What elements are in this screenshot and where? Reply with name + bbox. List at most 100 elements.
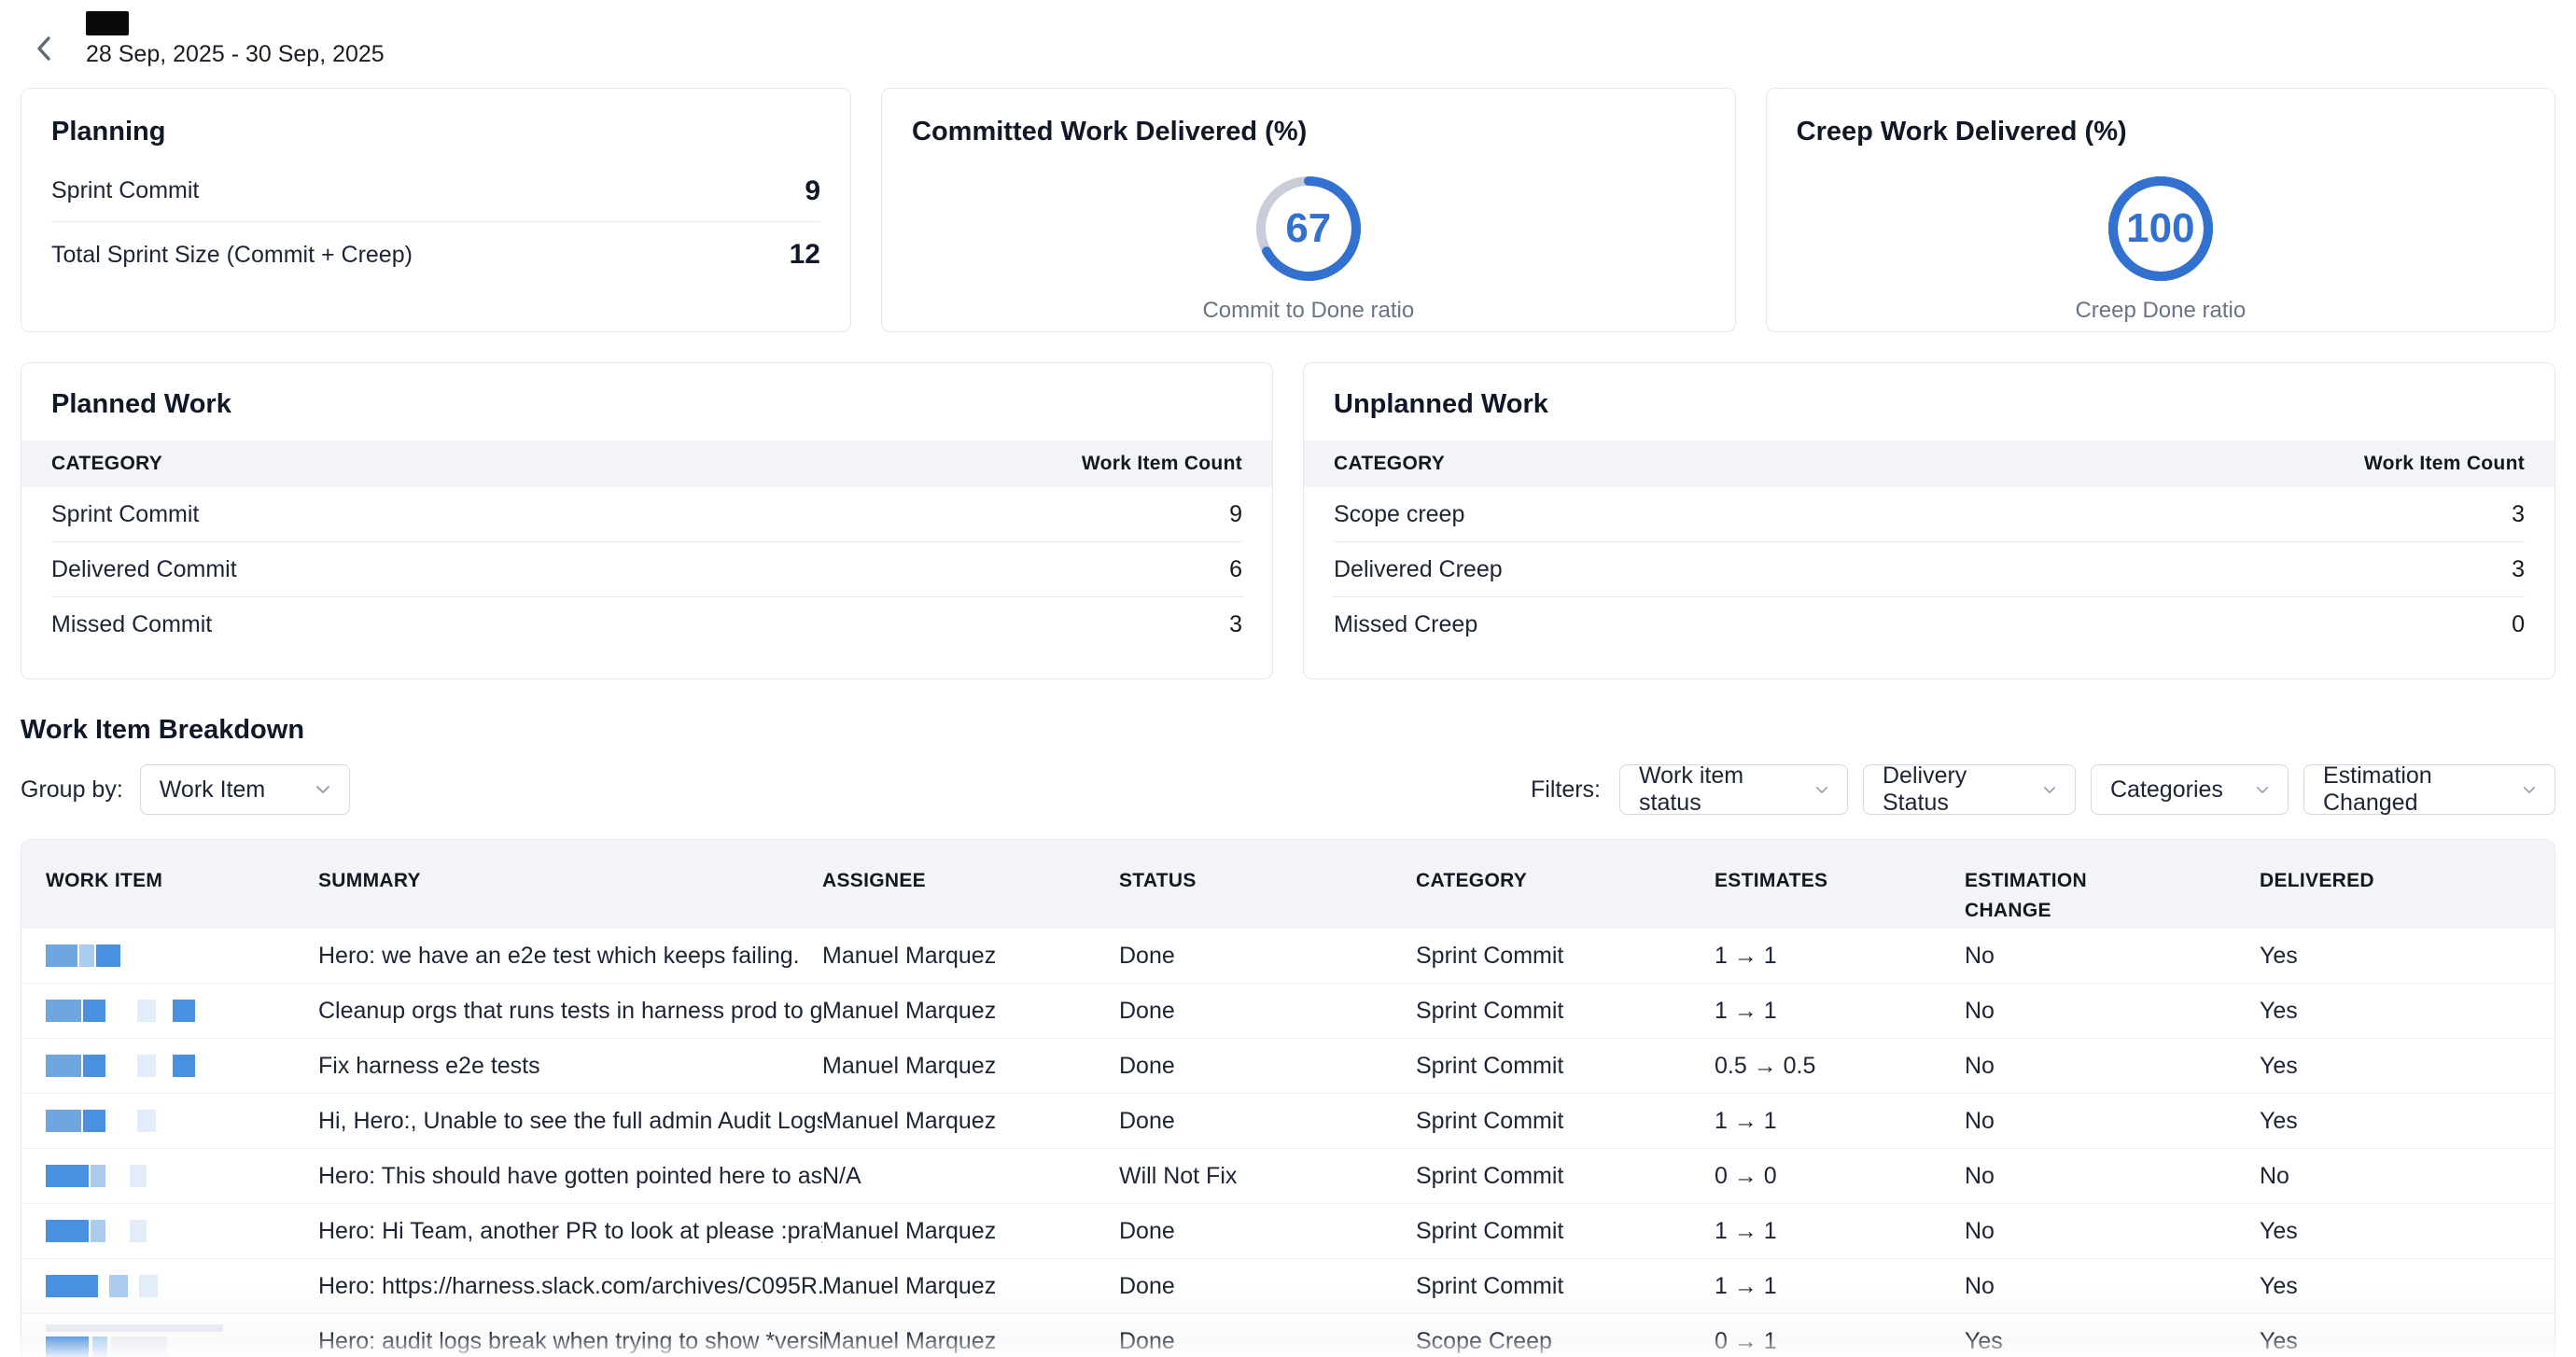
redacted-block: [46, 1165, 89, 1187]
count-cell: 9: [1229, 501, 1242, 528]
summary-cell: Hero: https://harness.slack.com/archives…: [318, 1273, 822, 1300]
summary-cell: Hero: audit logs break when trying to sh…: [318, 1328, 822, 1355]
delivered-cell: No: [2260, 1163, 2555, 1190]
unplanned-work-title: Unplanned Work: [1304, 363, 2555, 441]
column-estimation-change: ESTIMATION CHANGE: [1965, 866, 2260, 925]
count-cell: 6: [1229, 556, 1242, 583]
delivered-cell: Yes: [2260, 1273, 2555, 1300]
chevron-down-icon: [2256, 786, 2269, 794]
work-item-id-redacted: [46, 1165, 318, 1187]
work-item-cell: [21, 1165, 318, 1187]
table-row[interactable]: Hero: This should have gotten pointed he…: [21, 1149, 2555, 1204]
filter-dropdown-delivery-status[interactable]: Delivery Status: [1863, 764, 2076, 815]
status-cell: Done: [1119, 1273, 1416, 1300]
redacted-block: [173, 1000, 195, 1022]
filter-dropdown-categories[interactable]: Categories: [2091, 764, 2289, 815]
redacted-block: [83, 1000, 105, 1022]
committed-work-card: Committed Work Delivered (%) 67 Commit t…: [881, 88, 1736, 332]
redacted-block: [46, 1110, 81, 1132]
group-by-dropdown[interactable]: Work Item: [140, 764, 350, 815]
work-item-cell: [21, 1055, 318, 1077]
table-row[interactable]: Sprint Commit 9: [51, 487, 1242, 542]
estimation-change-cell: No: [1965, 1053, 2260, 1080]
table-row[interactable]: Hi, Hero:, Unable to see the full admin …: [21, 1094, 2555, 1149]
table-row[interactable]: Hero: we have an e2e test which keeps fa…: [21, 929, 2555, 984]
work-item-id-redacted: [46, 1275, 318, 1297]
sprint-date-range: 28 Sep, 2025 - 30 Sep, 2025: [86, 41, 385, 68]
assignee-cell: N/A: [822, 1163, 1119, 1190]
redacted-block: [46, 1275, 98, 1297]
summary-cell: Fix harness e2e tests: [318, 1053, 822, 1080]
redacted-block: [83, 1110, 105, 1132]
gauge-caption: Creep Done ratio: [1767, 298, 2555, 324]
planning-row-label: Total Sprint Size (Commit + Creep): [51, 242, 413, 269]
delivered-cell: Yes: [2260, 998, 2555, 1025]
sprint-report-page: 28 Sep, 2025 - 30 Sep, 2025 Planning Spr…: [0, 0, 2576, 1357]
column-estimates: ESTIMATES: [1715, 866, 1965, 896]
estimation-change-cell: No: [1965, 1108, 2260, 1135]
table-row[interactable]: Scope creep3: [1334, 487, 2525, 542]
table-row[interactable]: Missed Creep0: [1334, 597, 2525, 652]
status-cell: Done: [1119, 1108, 1416, 1135]
column-category: CATEGORY: [1334, 453, 1445, 475]
status-cell: Done: [1119, 1328, 1416, 1355]
table-row[interactable]: Fix harness e2e testsManuel MarquezDoneS…: [21, 1039, 2555, 1094]
page-header: 28 Sep, 2025 - 30 Sep, 2025: [21, 0, 2555, 75]
redacted-block: [96, 944, 120, 967]
summary-cell: Hi, Hero:, Unable to see the full admin …: [318, 1108, 822, 1135]
category-cell: Sprint Commit: [51, 501, 199, 528]
planning-title: Planning: [51, 117, 820, 147]
chevron-left-icon: [33, 35, 57, 63]
planning-row: Sprint Commit9: [51, 161, 820, 222]
planning-row-value: 9: [805, 175, 820, 207]
category-cell: Delivered Creep: [1334, 556, 1503, 583]
assignee-cell: Manuel Marquez: [822, 1273, 1119, 1300]
work-item-table-body: Hero: we have an e2e test which keeps fa…: [21, 929, 2555, 1357]
estimation-change-cell: Yes: [1965, 1328, 2260, 1355]
summary-cell: Hero: we have an e2e test which keeps fa…: [318, 943, 822, 970]
table-row[interactable]: Hero: Hi Team, another PR to look at ple…: [21, 1204, 2555, 1259]
work-item-table: WORK ITEM SUMMARY ASSIGNEE STATUS CATEGO…: [21, 839, 2555, 1357]
work-item-cell: [21, 1275, 318, 1297]
chevron-down-icon: [315, 785, 330, 794]
planned-work-rows: Sprint Commit 9 Delivered Commit 6 Missed Co…: [21, 487, 1272, 652]
table-row[interactable]: Delivered Commit 6: [51, 542, 1242, 597]
filter-dropdown-work-item-status[interactable]: Work item status: [1619, 764, 1848, 815]
work-item-cell: [21, 1110, 318, 1132]
summary-cards-row: Planning Sprint Commit9 Total Sprint Size…: [21, 88, 2555, 332]
category-cell: Delivered Commit: [51, 556, 237, 583]
redacted-block: [109, 1275, 128, 1297]
estimates-cell: 1 → 1: [1715, 1218, 1965, 1245]
estimation-change-cell: No: [1965, 1218, 2260, 1245]
category-cell: Sprint Commit: [1416, 1163, 1715, 1190]
filter-dropdown-estimation-changed[interactable]: Estimation Changed: [2303, 764, 2555, 815]
planning-row-value: 12: [790, 239, 820, 271]
assignee-cell: Manuel Marquez: [822, 1218, 1119, 1245]
group-by-value: Work Item: [160, 776, 265, 804]
committed-work-title: Committed Work Delivered (%): [912, 117, 1705, 147]
table-row[interactable]: Hero: audit logs break when trying to sh…: [21, 1314, 2555, 1357]
table-row[interactable]: Hero: https://harness.slack.com/archives…: [21, 1259, 2555, 1314]
category-cell: Scope creep: [1334, 501, 1464, 528]
table-row[interactable]: Cleanup orgs that runs tests in harness …: [21, 984, 2555, 1039]
column-work-item-count: Work Item Count: [1082, 453, 1242, 475]
back-button[interactable]: [28, 32, 62, 65]
category-cell: Sprint Commit: [1416, 1108, 1715, 1135]
breakdown-controls: Group by: Work Item Filters: Work item s…: [21, 764, 2555, 815]
planned-work-card: Planned Work CATEGORY Work Item Count Sp…: [21, 362, 1273, 679]
work-tables-row: Planned Work CATEGORY Work Item Count Sp…: [21, 362, 2555, 679]
redacted-block: [137, 1055, 156, 1077]
delivered-cell: Yes: [2260, 943, 2555, 970]
gauge-caption: Commit to Done ratio: [882, 298, 1735, 324]
planned-work-header: CATEGORY Work Item Count: [21, 441, 1272, 487]
table-row[interactable]: Delivered Creep3: [1334, 542, 2525, 597]
planned-work-title: Planned Work: [21, 363, 1272, 441]
work-item-id-redacted: [46, 1336, 318, 1357]
table-row[interactable]: Missed Commit3: [51, 597, 1242, 652]
column-delivered: DELIVERED: [2260, 866, 2555, 896]
work-item-cell: [21, 1000, 318, 1022]
work-item-cell: [21, 944, 318, 967]
estimates-cell: 0.5 → 0.5: [1715, 1053, 1965, 1080]
redacted-block: [46, 1336, 89, 1357]
estimates-cell: 1 → 1: [1715, 943, 1965, 970]
